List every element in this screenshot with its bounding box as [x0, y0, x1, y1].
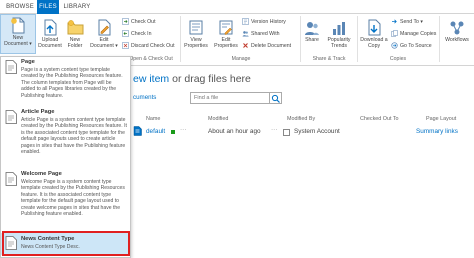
- menu-item-welcome-page[interactable]: Welcome Page Welcome Page is a system co…: [1, 171, 130, 233]
- tab-browse[interactable]: BROWSE: [3, 0, 37, 14]
- upload-document-icon: [44, 19, 57, 36]
- download-icon: [368, 19, 381, 36]
- send-to-button[interactable]: Send To ▾: [391, 18, 423, 27]
- column-header-page-layout[interactable]: Page Layout: [426, 116, 456, 122]
- file-page-layout[interactable]: Summary links: [416, 128, 458, 135]
- all-documents-view-link[interactable]: cuments: [133, 94, 156, 101]
- go-to-source-icon: [391, 42, 398, 49]
- search-icon: [271, 94, 280, 103]
- version-history-button[interactable]: Version History: [242, 18, 286, 27]
- popularity-trends-button[interactable]: Popularity Trends: [323, 16, 355, 49]
- item-menu-ellipsis[interactable]: ···: [180, 126, 186, 133]
- drag-files-text: or drag files here: [169, 73, 251, 85]
- workflows-button[interactable]: Workflows: [441, 16, 473, 43]
- page-icon: [5, 60, 17, 74]
- share-button[interactable]: Share: [302, 16, 322, 43]
- discard-check-out-icon: [122, 42, 129, 49]
- check-in-icon: [122, 30, 129, 37]
- manage-group-label: Manage: [231, 56, 251, 62]
- view-properties-label-2: Properties: [184, 43, 208, 49]
- ribbon-separator: [180, 16, 181, 62]
- checked-out-marker-icon: [171, 130, 175, 134]
- chevron-down-icon: ▾: [29, 41, 32, 47]
- new-folder-label-2: Folder: [67, 43, 83, 49]
- check-out-icon: [122, 18, 129, 25]
- edit-properties-button[interactable]: Edit Properties: [212, 16, 240, 49]
- edit-properties-label-2: Properties: [214, 43, 238, 49]
- popularity-trends-label-2: Trends: [331, 43, 347, 49]
- row-ellipsis-icon[interactable]: ···: [271, 126, 277, 133]
- copies-group-label: Copies: [389, 56, 407, 62]
- view-properties-icon: [189, 20, 203, 35]
- new-document-menu: Page Page is a system content type templ…: [0, 56, 131, 258]
- view-properties-button[interactable]: View Properties: [182, 16, 210, 49]
- presence-checkbox[interactable]: [283, 129, 290, 136]
- delete-document-button[interactable]: Delete Document: [242, 42, 291, 51]
- menu-item-article-page[interactable]: Article Page Article Page is a system co…: [1, 109, 130, 171]
- ribbon-separator: [439, 16, 440, 62]
- menu-item-title: Welcome Page: [21, 171, 62, 177]
- menu-item-title: Article Page: [21, 109, 55, 115]
- new-document-button[interactable]: New Document ▾: [0, 14, 36, 54]
- tab-files[interactable]: FILES: [37, 0, 59, 14]
- share-track-group-label: Share & Track: [312, 56, 346, 62]
- new-document-icon: [11, 17, 25, 34]
- menu-item-page[interactable]: Page Page is a system content type templ…: [1, 59, 130, 109]
- column-header-modified[interactable]: Modified: [208, 116, 228, 122]
- check-in-button[interactable]: Check In: [122, 30, 151, 39]
- download-copy-button[interactable]: Download a Copy: [358, 16, 390, 49]
- upload-document-label-2: Document: [38, 43, 62, 49]
- manage-copies-button[interactable]: Manage Copies: [391, 30, 436, 39]
- welcome-page-icon: [5, 172, 17, 186]
- file-modified: About an hour ago: [208, 128, 261, 135]
- new-item-link[interactable]: ew item: [133, 73, 169, 85]
- version-history-icon: [242, 18, 249, 25]
- share-label: Share: [305, 37, 319, 43]
- article-page-icon: [5, 110, 17, 124]
- upload-document-button[interactable]: Upload Document: [37, 16, 63, 49]
- discard-check-out-button[interactable]: Discard Check Out: [122, 42, 175, 51]
- column-header-modified-by[interactable]: Modified By: [287, 116, 315, 122]
- menu-item-description: Welcome Page is a system content type te…: [21, 179, 125, 218]
- new-document-label-2: Document ▾: [4, 41, 32, 47]
- tab-library[interactable]: LIBRARY: [60, 0, 94, 14]
- download-copy-label-2: Copy: [367, 43, 381, 49]
- edit-document-button[interactable]: Edit Document ▾: [88, 16, 120, 49]
- edit-document-icon: [98, 19, 111, 36]
- workflows-icon: [450, 21, 464, 35]
- workflows-label: Workflows: [445, 37, 469, 43]
- column-header-checked-out-to[interactable]: Checked Out To: [360, 116, 399, 122]
- new-folder-button[interactable]: New Folder: [63, 16, 87, 49]
- ribbon-separator: [300, 16, 301, 62]
- new-item-drag-text: ew item or drag files here: [133, 73, 251, 85]
- go-to-source-button[interactable]: Go To Source: [391, 42, 432, 51]
- menu-item-title: Page: [21, 59, 35, 65]
- delete-icon: [243, 43, 248, 49]
- highlight-annotation-box: [2, 231, 130, 256]
- send-to-icon: [392, 19, 397, 24]
- ribbon-tab-strip: BROWSE FILES LIBRARY: [0, 0, 474, 14]
- manage-copies-icon: [391, 30, 398, 37]
- file-modified-by[interactable]: System Account: [294, 128, 340, 135]
- check-out-button[interactable]: Check Out: [122, 18, 156, 27]
- menu-item-description: Page is a system content type template c…: [21, 67, 123, 99]
- shared-with-icon: [242, 31, 249, 37]
- edit-properties-icon: [219, 20, 233, 35]
- edit-document-label-2: Document ▾: [90, 43, 118, 49]
- find-file-input[interactable]: [190, 92, 270, 104]
- popularity-trends-icon: [333, 22, 345, 35]
- find-button[interactable]: [270, 92, 282, 104]
- share-icon: [305, 22, 319, 35]
- new-folder-icon: [67, 20, 83, 35]
- file-name-link[interactable]: default: [146, 128, 165, 135]
- menu-item-description: Article Page is a system content type te…: [21, 117, 127, 156]
- file-type-icon: [133, 126, 142, 136]
- shared-with-button[interactable]: Shared With: [242, 30, 280, 39]
- column-header-name[interactable]: Name: [146, 116, 160, 122]
